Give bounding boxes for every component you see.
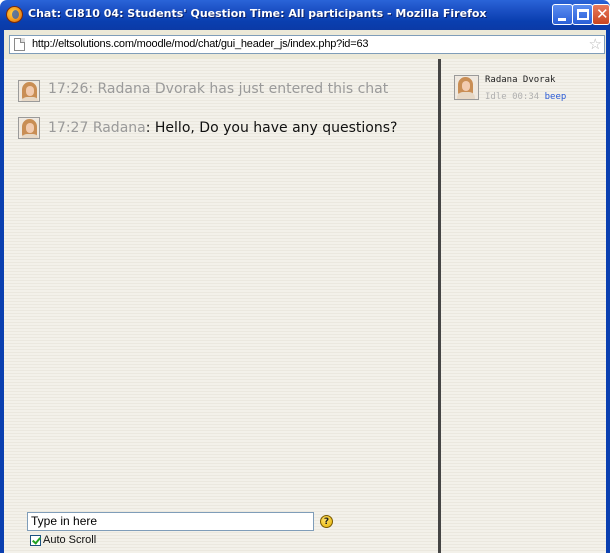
auto-scroll-checkbox[interactable]: [30, 534, 41, 546]
url-text[interactable]: http://eltsolutions.com/moodle/mod/chat/…: [32, 38, 368, 50]
star-icon[interactable]: ☆: [589, 35, 602, 53]
minimize-icon: [558, 18, 566, 21]
user-status: Idle 00:34 beep: [485, 92, 566, 102]
users-pane: Radana Dvorak Idle 00:34 beep: [441, 59, 606, 553]
firefox-icon: [6, 6, 23, 23]
close-button[interactable]: ✕: [592, 4, 610, 25]
maximize-icon: [577, 9, 589, 20]
window-titlebar[interactable]: Chat: CI810 04: Students' Question Time:…: [0, 0, 610, 30]
auto-scroll-option[interactable]: Auto Scroll: [30, 534, 96, 546]
system-message-text: 17:26: Radana Dvorak has just entered th…: [48, 81, 389, 97]
message-input[interactable]: Type in here: [27, 512, 314, 531]
maximize-button[interactable]: [572, 4, 593, 25]
avatar: [18, 80, 40, 102]
close-icon: ✕: [596, 5, 609, 23]
auto-scroll-label: Auto Scroll: [43, 534, 97, 546]
beep-link[interactable]: beep: [545, 92, 567, 102]
message-time: 17:27: [48, 120, 89, 136]
message-body: Hello, Do you have any questions?: [154, 120, 398, 136]
system-message: 17:26: Radana Dvorak has just entered th…: [48, 81, 388, 97]
window-title: Chat: CI810 04: Students' Question Time:…: [28, 7, 487, 20]
address-bar: http://eltsolutions.com/moodle/mod/chat/…: [0, 30, 610, 59]
message-author: Radana: [92, 120, 146, 136]
chat-content: 17:26: Radana Dvorak has just entered th…: [4, 59, 606, 553]
message-separator: :: [145, 120, 155, 136]
avatar: [454, 75, 479, 100]
user-idle: Idle 00:34: [485, 92, 540, 102]
window-frame-right: [606, 59, 610, 553]
chat-message: 17:27 Radana: Hello, Do you have any que…: [48, 120, 397, 136]
url-field[interactable]: http://eltsolutions.com/moodle/mod/chat/…: [9, 35, 605, 54]
messages-pane[interactable]: 17:26: Radana Dvorak has just entered th…: [4, 59, 438, 553]
help-icon[interactable]: ?: [320, 515, 333, 528]
user-name: Radana Dvorak: [485, 75, 556, 85]
minimize-button[interactable]: [552, 4, 573, 25]
page-icon: [14, 38, 25, 51]
avatar: [18, 117, 40, 139]
